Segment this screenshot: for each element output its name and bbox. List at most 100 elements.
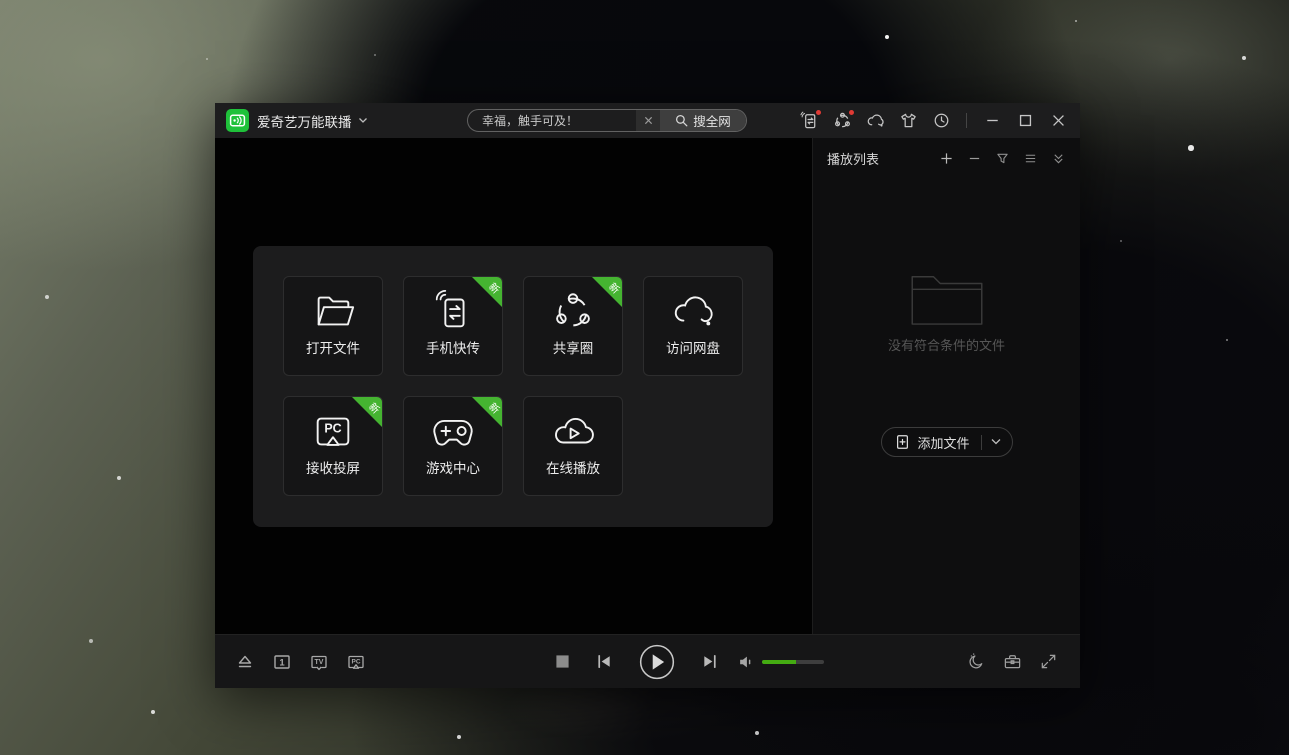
maximize-button[interactable] (1015, 111, 1035, 131)
new-badge: 新 (351, 396, 383, 428)
stop-icon (555, 654, 570, 669)
filter-funnel-icon (996, 152, 1009, 165)
pc-cast-button[interactable]: PC (346, 652, 366, 672)
tile-label: 访问网盘 (666, 337, 720, 357)
close-button[interactable] (1048, 111, 1068, 131)
fullscreen-icon (1039, 652, 1058, 671)
pc-cast-icon: PC (310, 408, 356, 454)
add-file-label: 添加文件 (917, 433, 969, 452)
main-area: 打开文件 新 手机快传 (215, 138, 812, 635)
snow-particles (0, 0, 2, 2)
night-mode-button[interactable] (967, 652, 986, 671)
speed-1x-icon: 1 (272, 652, 292, 672)
playlist-filter-button[interactable] (995, 151, 1010, 166)
playlist-collapse-button[interactable] (1051, 151, 1066, 166)
double-chevron-down-icon (1052, 152, 1065, 165)
tile-phone-transfer[interactable]: 新 手机快传 (403, 276, 503, 376)
playlist-panel: 播放列表 (812, 138, 1080, 635)
cloud-drive-button[interactable] (865, 111, 885, 131)
app-title: 爱奇艺万能联播 (257, 111, 352, 131)
notification-dot (816, 110, 821, 115)
cloud-drive-icon (866, 111, 885, 130)
chevron-down-icon (358, 117, 368, 124)
maximize-icon (1016, 111, 1035, 130)
search-button[interactable]: 搜全网 (660, 110, 746, 131)
search-input[interactable]: 幸福，触手可及！ (468, 110, 660, 131)
app-logo-icon (229, 112, 246, 129)
tile-receive-cast[interactable]: PC 新 接收投屏 (283, 396, 383, 496)
window-body: 打开文件 新 手机快传 (215, 138, 1080, 635)
titlebar-separator (966, 113, 967, 128)
tile-label: 打开文件 (306, 337, 360, 357)
volume-slider[interactable] (762, 660, 824, 664)
controls-right (967, 635, 1058, 688)
svg-text:TV: TV (315, 659, 324, 666)
skin-button[interactable] (898, 111, 918, 131)
toolbox-icon (1003, 652, 1022, 671)
phone-transfer-button[interactable] (799, 111, 819, 131)
skin-tshirt-icon (899, 111, 918, 130)
search-icon (675, 114, 688, 127)
minimize-button[interactable] (982, 111, 1002, 131)
svg-text:1: 1 (279, 657, 285, 668)
playlist-empty-state: 没有符合条件的文件 (813, 270, 1080, 354)
transport-controls (555, 635, 824, 688)
app-window: 爱奇艺万能联播 幸福，触手可及！ (215, 103, 1080, 688)
playlist-remove-button[interactable] (967, 151, 982, 166)
new-badge-text: 新 (486, 279, 503, 297)
night-mode-moon-icon (967, 652, 986, 671)
fullscreen-button[interactable] (1039, 652, 1058, 671)
history-button[interactable] (931, 111, 951, 131)
tile-share-circle[interactable]: 新 共享圈 (523, 276, 623, 376)
tile-open-file[interactable]: 打开文件 (283, 276, 383, 376)
search-button-label: 搜全网 (693, 111, 731, 130)
eject-button[interactable] (235, 652, 255, 672)
minimize-icon (983, 111, 1002, 130)
new-badge-text: 新 (606, 279, 623, 297)
tile-label: 游戏中心 (426, 457, 480, 477)
minus-icon (968, 152, 981, 165)
previous-button[interactable] (594, 652, 613, 671)
share-circle-icon (550, 288, 596, 334)
playlist-add-button[interactable] (939, 151, 954, 166)
tile-game-center[interactable]: 新 游戏中心 (403, 396, 503, 496)
app-title-menu[interactable]: 爱奇艺万能联播 (257, 103, 368, 138)
play-button[interactable] (638, 643, 676, 681)
notification-dot (849, 110, 854, 115)
tv-cast-button[interactable]: TV (309, 652, 329, 672)
titlebar: 爱奇艺万能联播 幸福，触手可及！ (215, 103, 1080, 138)
phone-transfer-icon (430, 288, 476, 334)
next-button[interactable] (701, 652, 720, 671)
search-bar: 幸福，触手可及！ 搜全网 (467, 109, 747, 132)
playlist-listmode-button[interactable] (1023, 151, 1038, 166)
eject-icon (235, 652, 255, 672)
new-badge: 新 (591, 276, 623, 308)
tile-cloud-drive[interactable]: 访问网盘 (643, 276, 743, 376)
next-track-icon (701, 652, 720, 671)
search-clear-button[interactable] (636, 110, 660, 131)
new-badge-text: 新 (486, 399, 503, 417)
history-clock-icon (932, 111, 951, 130)
playlist-tools (939, 151, 1066, 166)
controls-left: 1 TV PC (235, 635, 366, 688)
volume-button[interactable] (737, 653, 755, 671)
playlist-header: 播放列表 (813, 138, 1080, 178)
previous-track-icon (594, 652, 613, 671)
toolbox-button[interactable] (1003, 652, 1022, 671)
tile-label: 在线播放 (546, 457, 600, 477)
stop-button[interactable] (555, 654, 570, 669)
add-file-button[interactable]: 添加文件 (880, 427, 1012, 457)
player-control-bar: 1 TV PC (215, 634, 1080, 688)
titlebar-icons (799, 103, 1080, 138)
playback-speed-button[interactable]: 1 (272, 652, 292, 672)
close-icon (644, 116, 653, 125)
share-circle-button[interactable] (832, 111, 852, 131)
tile-online-play[interactable]: 在线播放 (523, 396, 623, 496)
pc-cast-icon: PC (346, 652, 366, 672)
empty-folder-icon (908, 270, 986, 326)
close-icon (1049, 111, 1068, 130)
app-logo (226, 109, 249, 132)
desktop-wallpaper: 爱奇艺万能联播 幸福，触手可及！ (0, 0, 1289, 755)
playlist-empty-text: 没有符合条件的文件 (888, 335, 1005, 354)
chevron-down-icon[interactable] (990, 438, 1002, 446)
